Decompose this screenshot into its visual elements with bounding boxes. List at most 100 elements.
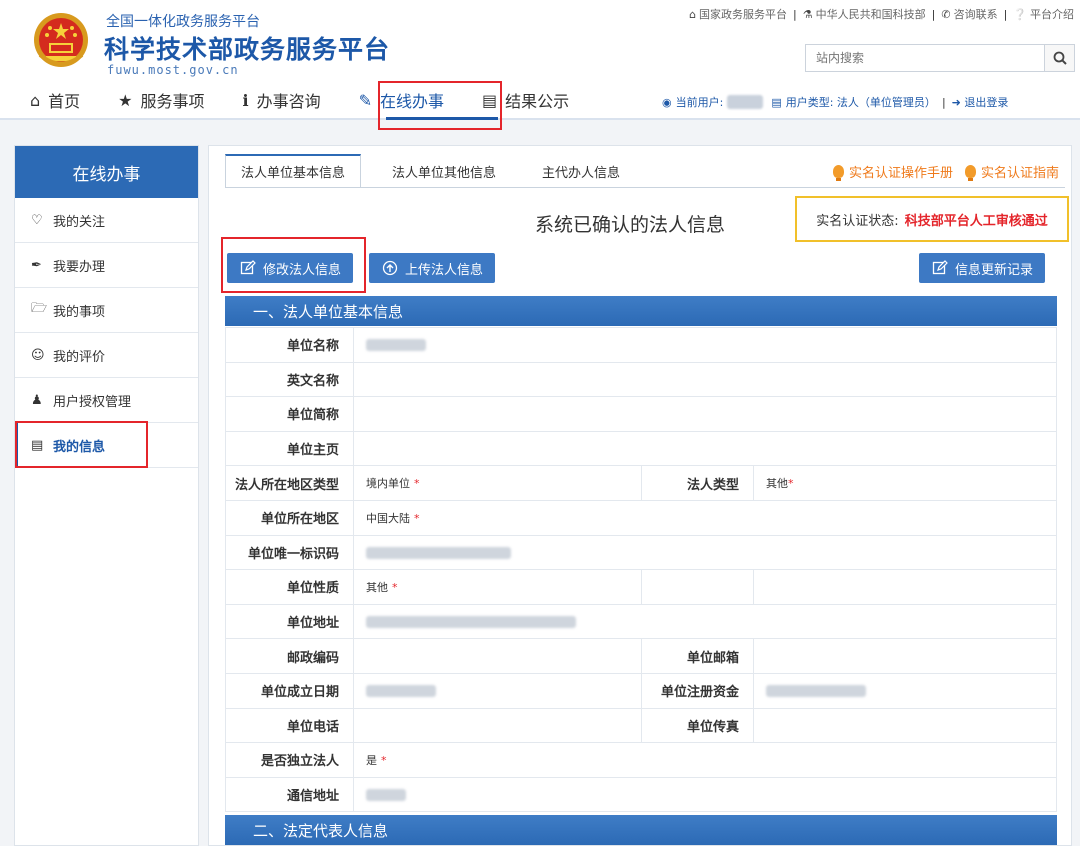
user-type: 用户类型: 法人（单位管理员） — [785, 96, 936, 109]
field-label: 单位唯一标识码 — [225, 534, 354, 571]
divider: | — [793, 7, 797, 21]
redacted-value — [366, 789, 406, 802]
table-row: 邮政编码 单位邮箱 — [225, 638, 1057, 674]
table-row: 单位电话 单位传真 — [225, 707, 1057, 744]
table-row: 英文名称 — [225, 361, 1057, 398]
tab-other-info[interactable]: 法人单位其他信息 — [377, 154, 511, 188]
field-value — [353, 707, 642, 744]
toplink-label: 中华人民共和国科技部 — [815, 8, 926, 21]
id-card-icon: ▤ — [771, 95, 782, 109]
bulb-icon — [964, 165, 976, 181]
sidebar: 在线办事 ♡ 我的关注 ✒ 我要办理 🗁 我的事项 ☺ 我的评价 ♟ 用户授权管理 ▤ 我的… — [14, 145, 199, 846]
field-label: 单位注册资金 — [641, 672, 754, 709]
sidebar-item-label: 用户授权管理 — [53, 394, 132, 410]
update-history-button[interactable]: 信息更新记录 — [919, 253, 1046, 283]
search-button[interactable] — [1044, 45, 1074, 71]
divider: | — [1003, 7, 1008, 21]
redacted-value — [366, 616, 576, 629]
sidebar-item-label: 我要办理 — [53, 259, 106, 275]
page-title: 系统已确认的法人信息 — [535, 214, 726, 236]
field-label: 单位地址 — [225, 603, 354, 640]
field-label: 单位传真 — [641, 707, 754, 744]
required-mark: * — [414, 511, 420, 525]
field-value — [353, 361, 1057, 398]
field-label: 法人类型 — [641, 465, 754, 501]
field-value — [753, 569, 1057, 605]
tab-bar: 法人单位基本信息 法人单位其他信息 主代办人信息 — [225, 154, 651, 188]
field-value — [353, 672, 642, 709]
redacted-value — [766, 685, 866, 698]
pencil-icon: ✎ — [358, 90, 373, 110]
nav-consult[interactable]: i 办事咨询 — [243, 86, 321, 114]
toplink-gov-platform[interactable]: ⌂ 国家政务服务平台 — [689, 6, 787, 22]
required-mark: * — [414, 477, 420, 491]
field-value — [353, 776, 1057, 813]
header: 全国一体化政务服务平台 科学技术部政务服务平台 fuwu.most.gov.cn… — [0, 0, 1080, 130]
guide-manual-link[interactable]: 实名认证操作手册 — [832, 162, 953, 181]
nav-label: 服务事项 — [140, 92, 205, 111]
table-row: 法人所在地区类型 境内单位 * 法人类型 其他* — [225, 465, 1057, 501]
folder-icon: 🗁 — [31, 301, 48, 316]
toplink-contact[interactable]: ✆ 咨询联系 — [941, 6, 997, 22]
search-input[interactable] — [806, 45, 1042, 71]
sidebar-item-label: 我的关注 — [53, 214, 106, 230]
value-text: 其他 — [366, 580, 388, 594]
question-icon: ❔ — [1013, 7, 1027, 21]
sidebar-item-authorization[interactable]: ♟ 用户授权管理 — [15, 378, 198, 423]
upload-legal-info-button[interactable]: 上传法人信息 — [369, 253, 496, 283]
sidebar-item-matters[interactable]: 🗁 我的事项 — [15, 288, 198, 333]
field-label: 通信地址 — [225, 776, 354, 813]
legal-info-table: 单位名称 英文名称 单位简称 单位主页 法人所在地区类型 境内单位 * 法人类型 … — [225, 327, 1057, 813]
toplink-most[interactable]: ⚗ 中华人民共和国科技部 — [803, 6, 926, 22]
site-title[interactable]: 科学技术部政务服务平台 — [104, 30, 390, 66]
field-value: 其他* — [753, 465, 1057, 501]
field-label: 法人所在地区类型 — [225, 465, 354, 501]
field-label: 单位电话 — [225, 707, 354, 744]
highlight-box — [378, 81, 502, 130]
site-domain: fuwu.most.gov.cn — [107, 63, 239, 77]
guide-link[interactable]: 实名认证指南 — [964, 162, 1059, 181]
toplink-label: 咨询联系 — [953, 8, 998, 21]
tab-divider — [225, 187, 1065, 188]
nav-label: 首页 — [48, 92, 81, 111]
field-label: 单位邮箱 — [641, 638, 754, 674]
value-text: 中国大陆 — [366, 511, 410, 525]
nav-label: 结果公示 — [505, 92, 570, 111]
main-panel: 法人单位基本信息 法人单位其他信息 主代办人信息 实名认证操作手册 实名认证指南… — [208, 145, 1072, 846]
field-value — [353, 638, 642, 674]
pen-icon: ✒ — [31, 257, 42, 273]
table-row: 单位地址 — [225, 603, 1057, 640]
toplink-label: 国家政务服务平台 — [699, 8, 788, 21]
redacted-value — [366, 546, 511, 559]
table-row: 单位唯一标识码 — [225, 534, 1057, 571]
button-label: 上传法人信息 — [405, 262, 484, 278]
tab-basic-info[interactable]: 法人单位基本信息 — [225, 154, 362, 188]
required-mark: * — [788, 477, 794, 491]
current-user-label: 当前用户: — [675, 96, 724, 109]
auth-status-value: 科技部平台人工审核通过 — [904, 213, 1048, 229]
tab-agent-info[interactable]: 主代办人信息 — [527, 154, 635, 188]
field-label-empty — [641, 569, 754, 605]
user-icon: ◉ — [662, 95, 672, 109]
bulb-icon — [832, 165, 844, 181]
toplink-about[interactable]: ❔ 平台介绍 — [1013, 6, 1074, 22]
field-value — [753, 672, 1057, 709]
field-value — [353, 396, 1057, 432]
nav-services[interactable]: ★ 服务事项 — [118, 86, 204, 114]
sidebar-item-apply[interactable]: ✒ 我要办理 — [15, 243, 198, 288]
field-value-name — [353, 327, 1057, 363]
guide-label: 实名认证操作手册 — [848, 166, 953, 181]
field-label: 邮政编码 — [225, 638, 354, 674]
value-text: 其他 — [766, 477, 788, 491]
redacted-value — [366, 339, 426, 352]
nav-home[interactable]: ⌂ 首页 — [30, 86, 80, 114]
search-box — [805, 44, 1075, 72]
field-label: 单位主页 — [225, 430, 354, 467]
info-icon: i — [242, 90, 249, 110]
field-label: 单位所在地区 — [225, 499, 354, 536]
logout-link[interactable]: ➜ 退出登录 — [952, 94, 1009, 110]
sidebar-item-favorites[interactable]: ♡ 我的关注 — [15, 198, 198, 243]
sidebar-item-reviews[interactable]: ☺ 我的评价 — [15, 333, 198, 378]
highlight-box — [15, 421, 148, 468]
edit-icon — [931, 259, 949, 277]
